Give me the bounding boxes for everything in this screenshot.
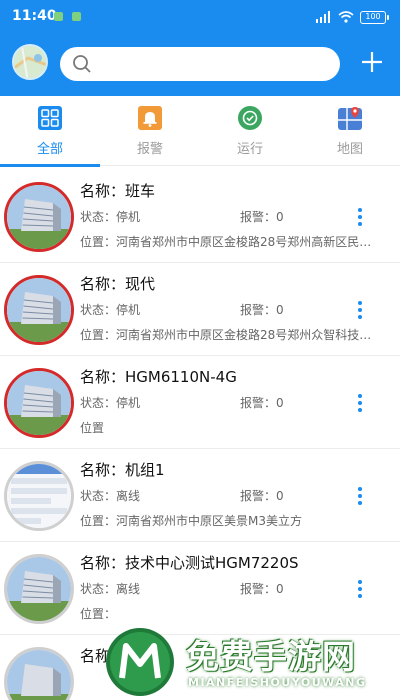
more-options-icon[interactable] <box>356 394 364 414</box>
device-name: 名称：机组1 <box>80 461 165 479</box>
watermark-text: 免费手游网 <box>186 637 356 676</box>
app-header <box>0 34 400 96</box>
bell-icon <box>138 106 162 130</box>
device-alarm-count: 报警：0 <box>240 396 284 410</box>
device-location: 位置： <box>80 607 117 621</box>
tab-label: 运行 <box>236 142 263 157</box>
building-photo-icon <box>4 182 74 252</box>
device-location: 位置 <box>80 421 105 435</box>
tab-map[interactable]: 地图 <box>300 96 400 165</box>
device-alarm-count: 报警：0 <box>240 582 284 596</box>
device-state: 状态：停机 <box>80 396 141 410</box>
device-list: 名称：班车 状态：停机 报警：0 位置：河南省郑州市中原区金梭路28号郑州高新区… <box>0 170 400 700</box>
device-location: 位置：河南省郑州市中原区金梭路28号郑州众智科技… <box>80 328 372 342</box>
device-location: 位置：河南省郑州市中原区美景M3美立方 <box>80 514 302 528</box>
map-thumbnail-icon <box>14 46 46 78</box>
tab-running[interactable]: 运行 <box>200 96 300 165</box>
building-photo-icon <box>4 647 74 700</box>
grid-icon <box>38 106 62 130</box>
watermark-subtext: MIANFEISHOUYOUWANG <box>188 676 367 689</box>
add-icon[interactable] <box>358 48 386 76</box>
status-indicators: 100 <box>316 9 389 25</box>
more-options-icon[interactable] <box>356 208 364 228</box>
device-state: 状态：离线 <box>80 582 141 596</box>
signal-icon <box>316 11 330 23</box>
map-icon <box>338 107 362 130</box>
device-alarm-count: 报警：0 <box>240 489 284 503</box>
tab-label: 报警 <box>136 142 163 157</box>
active-tab-indicator <box>0 164 100 167</box>
user-avatar[interactable] <box>12 44 48 80</box>
device-location: 位置：河南省郑州市中原区金梭路28号郑州高新区民… <box>80 235 372 249</box>
more-options-icon[interactable] <box>356 487 364 507</box>
watermark: 免费手游网 MIANFEISHOUYOUWANG <box>100 624 400 700</box>
device-name: 名称：HGM6110N-4G <box>80 368 237 386</box>
tab-label: 全部 <box>36 142 63 157</box>
device-row[interactable]: 名称：现代 状态：停机 报警：0 位置：河南省郑州市中原区金梭路28号郑州众智科… <box>0 263 400 356</box>
tab-label: 地图 <box>336 142 363 157</box>
tab-alarm[interactable]: 报警 <box>100 96 200 165</box>
device-name: 名称：现代 <box>80 275 156 293</box>
building-photo-icon <box>4 554 74 624</box>
device-row[interactable]: 名称：HGM6110N-4G 状态：停机 报警：0 位置 <box>0 356 400 449</box>
device-row[interactable]: 名称：机组1 状态：离线 报警：0 位置：河南省郑州市中原区美景M3美立方 <box>0 449 400 542</box>
status-time: 11:40 <box>12 8 57 24</box>
search-input[interactable] <box>60 47 340 81</box>
device-name: 名称：班车 <box>80 182 156 200</box>
device-row[interactable]: 名称：班车 状态：停机 报警：0 位置：河南省郑州市中原区金梭路28号郑州高新区… <box>0 170 400 263</box>
device-state: 状态：离线 <box>80 489 141 503</box>
more-options-icon[interactable] <box>356 301 364 321</box>
device-state: 状态：停机 <box>80 303 141 317</box>
device-state: 状态：停机 <box>80 210 141 224</box>
battery-icon: 100 <box>360 10 389 24</box>
device-row[interactable]: 名称：技术中心测试HGM7220S 状态：离线 报警：0 位置： <box>0 542 400 635</box>
search-icon <box>73 55 91 73</box>
device-alarm-count: 报警：0 <box>240 210 284 224</box>
notification-icon <box>54 12 63 21</box>
tab-all[interactable]: 全部 <box>0 96 100 165</box>
device-name: 名称：技术中心测试HGM7220S <box>80 554 299 572</box>
check-circle-icon <box>238 106 262 130</box>
wifi-icon <box>338 11 354 23</box>
more-options-icon[interactable] <box>356 580 364 600</box>
watermark-logo-icon <box>106 628 174 696</box>
device-alarm-count: 报警：0 <box>240 303 284 317</box>
tab-bar: 全部 报警 运行 地图 <box>0 96 400 166</box>
building-photo-icon <box>4 275 74 345</box>
screenshot-icon <box>4 461 74 531</box>
status-bar: 11:40 100 <box>0 0 400 34</box>
notification-icon <box>72 12 81 21</box>
building-photo-icon <box>4 368 74 438</box>
